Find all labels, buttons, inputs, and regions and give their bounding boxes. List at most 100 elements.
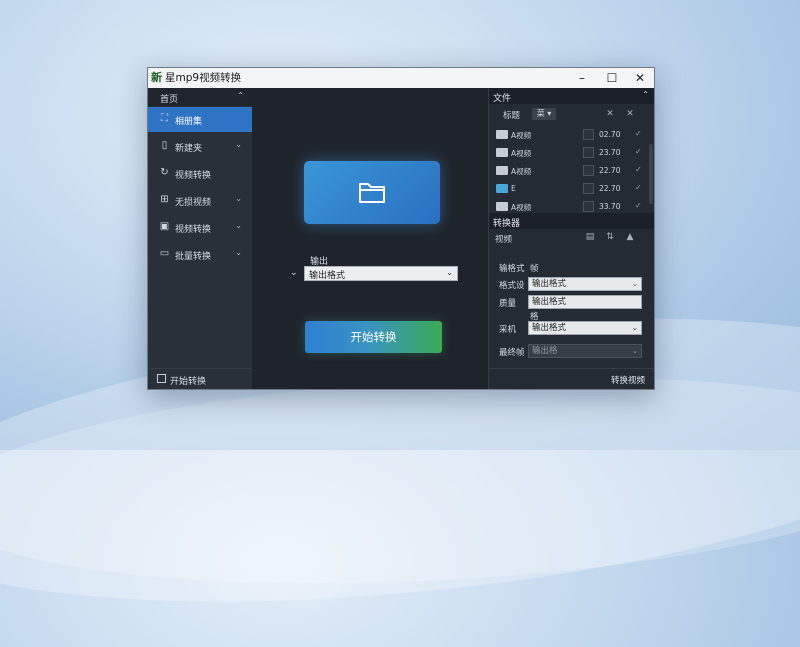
maximize-button[interactable]: ☐ [598, 68, 626, 88]
close-icon[interactable]: ✕ [603, 108, 617, 120]
chevron-down-icon: ⌄ [631, 323, 638, 332]
chevron-up-icon: ⌃ [237, 91, 244, 100]
sidebar-item-label: 视频转换 [175, 225, 212, 235]
output-format-select[interactable]: 输出格式 ⌄ [304, 266, 458, 281]
files-toolbar: 标题 菜 ▾ ✕ ✕ [489, 105, 654, 123]
list-icon[interactable]: ▤ [583, 231, 597, 243]
chevron-up-icon: ⌃ [642, 90, 649, 99]
final-frame-select[interactable]: 输出格 ⌄ [528, 344, 642, 358]
file-size: 33.70 [599, 202, 621, 211]
sidebar-item-albums[interactable]: ⛶ 相册集 [148, 107, 252, 132]
converter-panel-header[interactable]: 转换器 [489, 213, 654, 229]
file-checkbox[interactable] [583, 147, 594, 158]
chevron-down-icon: ⌄ [631, 279, 638, 288]
select-value: 输出格 [532, 346, 558, 356]
folder-icon [496, 130, 508, 139]
sort-icon[interactable]: ⇅ [603, 231, 617, 243]
converter-subheader: 视频 ▤ ⇅ ▲ [489, 230, 654, 246]
chevron-down-icon: ⌄ [631, 346, 638, 355]
convert-icon: ↻ [160, 167, 169, 178]
prop-label: 采机 [499, 325, 517, 335]
folder-icon [496, 148, 508, 157]
main-area: 输出 ⌄ 输出格式 ⌄ 开始转换 [252, 88, 488, 389]
sidebar-item-video-convert-2[interactable]: ▣ 视频转换 ⌄ [148, 215, 252, 240]
app-window: 新 星mp9视频转换 – ☐ ✕ 首页 ⌃ ⛶ 相册集 ▯ 新建夹 ⌄ ↻ 视频… [147, 67, 655, 390]
file-name: A视频 [511, 131, 532, 140]
minimize-button[interactable]: – [568, 68, 596, 88]
sidebar-header[interactable]: 首页 ⌃ [148, 88, 252, 106]
files-sort-button[interactable]: 菜 ▾ [532, 108, 556, 120]
status-bar: 转换视频 [489, 368, 654, 389]
sidebar-item-lossless-video[interactable]: ⊞ 无损视频 ⌄ [148, 188, 252, 213]
chevron-down-icon: ⌄ [446, 268, 453, 277]
quality-select[interactable]: 输出格式 [528, 295, 642, 309]
sidebar-header-label: 首页 [160, 95, 179, 105]
folder-icon [496, 202, 508, 211]
file-row[interactable]: A视频 02.70 ✓ [489, 126, 649, 143]
file-row[interactable]: A视频 22.70 ✓ [489, 162, 649, 179]
file-drop-zone[interactable] [304, 161, 440, 224]
file-name: A视频 [511, 149, 532, 158]
chevron-down-icon: ⌄ [235, 194, 242, 203]
file-size: 02.70 [599, 130, 621, 139]
sidebar-item-new-folder[interactable]: ▯ 新建夹 ⌄ [148, 134, 252, 159]
file-name: A视频 [511, 167, 532, 176]
sidebar-item-label: 无损视频 [175, 198, 212, 208]
status-text[interactable]: 转换视频 [611, 374, 645, 386]
title-bar: 新 星mp9视频转换 – ☐ ✕ [148, 68, 654, 88]
prop-label: 输格式 [499, 264, 525, 274]
check-icon: ✓ [635, 165, 642, 174]
file-checkbox[interactable] [583, 129, 594, 140]
file-checkbox[interactable] [583, 165, 594, 176]
file-checkbox[interactable] [583, 201, 594, 212]
window-title: 星mp9视频转换 [165, 72, 242, 84]
converter-sub-label: 视频 [495, 235, 513, 245]
select-value: 输出格式 [532, 297, 567, 307]
sidebar: 首页 ⌃ ⛶ 相册集 ▯ 新建夹 ⌄ ↻ 视频转换 ⊞ 无损视频 ⌄ ▣ 视频转… [148, 88, 252, 389]
sidebar-item-label: 新建夹 [175, 144, 203, 154]
files-panel-header[interactable]: 文件 ⌃ [489, 88, 654, 104]
folder-icon [496, 166, 508, 175]
app-logo-icon: 新 [151, 71, 162, 84]
prop-label: 质量 [499, 299, 517, 309]
files-scrollbar[interactable] [649, 144, 653, 204]
check-icon: ✓ [635, 201, 642, 210]
prop-label: 最终帧 [499, 348, 525, 358]
square-icon [157, 374, 166, 383]
sampler-select[interactable]: 输出格式 ⌄ [528, 321, 642, 335]
select-value: 输出格式 [532, 323, 567, 333]
window-icon: ▭ [159, 248, 170, 259]
close-button[interactable]: ✕ [626, 68, 654, 88]
sidebar-item-batch-convert[interactable]: ▭ 批量转换 ⌄ [148, 242, 252, 267]
files-toolbar-label: 标题 [503, 111, 521, 121]
folder-icon [359, 183, 385, 203]
check-icon: ✓ [635, 129, 642, 138]
file-icon: ▯ [161, 140, 168, 151]
converter-panel-title: 转换器 [493, 219, 521, 229]
select-value: 输出格式 [532, 279, 567, 289]
chevron-down-icon: ⌄ [235, 248, 242, 257]
file-size: 22.70 [599, 166, 621, 175]
sidebar-footer-label: 开始转换 [170, 377, 207, 387]
right-panel: 文件 ⌃ 标题 菜 ▾ ✕ ✕ A视频 02.70 ✓ A视频 23.70 ✓ … [488, 88, 654, 389]
prop-value: 帧 [530, 264, 539, 274]
sidebar-item-label: 批量转换 [175, 252, 212, 262]
check-icon: ✓ [635, 183, 642, 192]
format-setting-select[interactable]: 输出格式 ⌄ [528, 277, 642, 291]
sidebar-item-video-convert[interactable]: ↻ 视频转换 [148, 161, 252, 186]
start-convert-button[interactable]: 开始转换 [305, 321, 442, 353]
file-name: A视频 [511, 203, 532, 212]
sidebar-item-label: 视频转换 [175, 171, 212, 181]
output-format-value: 输出格式 [309, 271, 346, 281]
chevron-down-icon[interactable]: ⌄ [290, 268, 298, 278]
close-icon[interactable]: ✕ [623, 108, 637, 120]
file-row[interactable]: E 22.70 ✓ [489, 180, 649, 197]
check-icon: ✓ [635, 147, 642, 156]
sidebar-item-label: 相册集 [175, 117, 203, 127]
chevron-down-icon: ⌄ [235, 221, 242, 230]
upload-icon[interactable]: ▲ [623, 231, 637, 243]
folder-icon [496, 184, 508, 193]
sidebar-footer-start[interactable]: 开始转换 [148, 368, 252, 389]
file-row[interactable]: A视频 23.70 ✓ [489, 144, 649, 161]
file-checkbox[interactable] [583, 183, 594, 194]
